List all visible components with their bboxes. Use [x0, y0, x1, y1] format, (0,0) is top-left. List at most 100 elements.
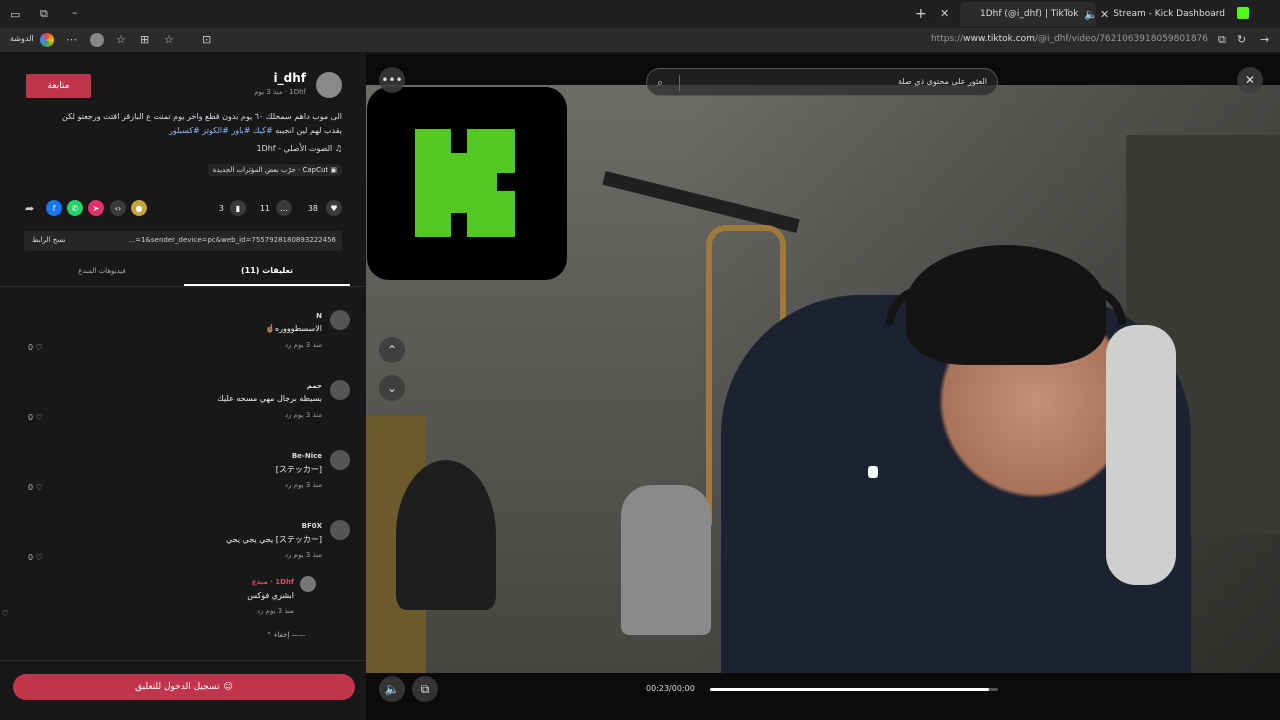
- comment-count: 11: [259, 204, 270, 213]
- hide-label: إخفاء: [274, 631, 290, 639]
- close-tab-icon[interactable]: ✕: [940, 7, 949, 20]
- divider-line: ——: [291, 631, 306, 639]
- close-icon[interactable]: ✕: [1237, 67, 1263, 93]
- comment-user[interactable]: Be-Nice: [292, 452, 322, 460]
- url-prefix: https://: [930, 34, 964, 44]
- like-action[interactable]: ♥: [326, 200, 342, 216]
- search-placeholder: العثور على محتوى ذي صلة: [897, 77, 987, 86]
- comment-like[interactable]: 0 ♡: [28, 343, 43, 352]
- comment-avatar[interactable]: [330, 380, 350, 400]
- heart-outline-icon: ♡: [35, 553, 43, 562]
- heart-outline-icon: ♡: [1, 609, 9, 618]
- comment-user[interactable]: N: [316, 312, 322, 320]
- reply-avatar[interactable]: [300, 576, 316, 592]
- follow-button[interactable]: متابعة: [26, 74, 91, 98]
- comment-user[interactable]: حمم: [307, 382, 322, 390]
- save-action[interactable]: ▮: [230, 200, 246, 216]
- comment-icon[interactable]: …: [276, 200, 292, 216]
- author-avatar[interactable]: [316, 72, 342, 98]
- comment-avatar[interactable]: [330, 310, 350, 330]
- hide-replies[interactable]: ⌃ إخفاء ——: [266, 631, 306, 639]
- minimize-icon[interactable]: –: [72, 6, 78, 19]
- tab-kick[interactable]: ✕ Stream - Kick Dashboard: [1100, 2, 1230, 26]
- heart-outline-icon: ♡: [35, 343, 43, 352]
- sound-row[interactable]: ♫ الصوت الأصلي - 1Dhf: [256, 144, 342, 153]
- window-menu-icon[interactable]: ▭: [10, 8, 20, 21]
- video-player[interactable]: ••• العثور على محتوى ذي صلة ⌕ ✕ ⌃ ⌄ 🔈 ⧉ …: [366, 54, 1280, 720]
- comment-avatar[interactable]: [330, 450, 350, 470]
- picture-in-picture-icon[interactable]: ⧉: [412, 676, 438, 702]
- tab-comments[interactable]: تعليقات (11): [184, 266, 350, 275]
- comment-meta[interactable]: منذ 3 يوم رد: [285, 411, 322, 419]
- capcut-icon: ▣: [328, 166, 337, 174]
- comment-meta[interactable]: منذ 3 يوم رد: [285, 481, 322, 489]
- music-icon: ♫: [332, 144, 342, 153]
- url-host: www.tiktok.com: [963, 34, 1035, 44]
- heart-outline-icon: ♡: [35, 413, 43, 422]
- tab-tiktok[interactable]: 1Dhf (@i_dhf) | TikTok 🔈: [960, 2, 1098, 26]
- browser-logo-icon[interactable]: [40, 33, 54, 47]
- comment-text: بسيطه برجال مهي مسحه عليك: [217, 394, 322, 403]
- reply-user[interactable]: 1Dhf · مبدع: [252, 578, 294, 586]
- heart-icon[interactable]: ♥: [326, 200, 342, 216]
- account-icon[interactable]: [90, 33, 104, 47]
- chevron-up-icon: ⌃: [266, 631, 275, 639]
- volume-icon[interactable]: 🔈: [379, 676, 405, 702]
- save-count: 3: [218, 204, 224, 213]
- divider: [0, 660, 366, 661]
- profile-label[interactable]: الدوشة: [10, 34, 34, 43]
- favorites-icon[interactable]: ☆: [116, 33, 126, 46]
- chevron-up-icon[interactable]: ⌃: [379, 337, 405, 363]
- comment-action[interactable]: …: [276, 200, 292, 216]
- new-tab-icon[interactable]: +: [915, 6, 927, 22]
- close-tab-icon[interactable]: ✕: [1100, 8, 1109, 21]
- search-icon[interactable]: ⌕: [657, 76, 663, 90]
- reply-meta[interactable]: منذ 3 يوم رد: [257, 607, 294, 615]
- tab-creator-videos[interactable]: فيديوهات المبدع: [20, 267, 184, 275]
- speaker-icon[interactable]: 🔈: [1084, 8, 1098, 21]
- comment-text: [ステッカー] يجي يجي يجي: [225, 535, 322, 544]
- reload-icon[interactable]: ↻: [1237, 33, 1246, 46]
- comment-meta[interactable]: منذ 3 يوم رد: [285, 341, 322, 349]
- url-text[interactable]: https://www.tiktok.com/@i_dhf/video/7621…: [931, 34, 1208, 44]
- link-value[interactable]: ...=1&sender_device=pc&web_id=7557928180…: [86, 236, 336, 244]
- capcut-row[interactable]: ▣ CapCut · جرّب بعض المؤثرات الجديدة: [207, 164, 342, 176]
- search-bar[interactable]: العثور على محتوى ذي صلة ⌕: [646, 68, 998, 96]
- more-options-icon[interactable]: •••: [379, 67, 405, 93]
- coin-icon[interactable]: ●: [131, 200, 147, 216]
- comment-like[interactable]: 0 ♡: [28, 413, 43, 422]
- tab-kick-label: Stream - Kick Dashboard: [1113, 9, 1226, 19]
- tab-actions-icon[interactable]: ⧉: [40, 7, 48, 21]
- comment-text: [ステッカー]: [275, 465, 322, 474]
- copy-link-button[interactable]: نسخ الرابط: [32, 236, 65, 244]
- chevron-down-icon[interactable]: ⌄: [379, 375, 405, 401]
- share-app-icon[interactable]: ➤: [88, 200, 104, 216]
- progress-track[interactable]: [710, 688, 998, 691]
- add-favorite-icon[interactable]: ☆: [164, 33, 174, 46]
- login-to-comment-button[interactable]: تسجيل الدخول للتعليق ☺: [13, 674, 355, 700]
- facebook-icon[interactable]: f: [46, 200, 62, 216]
- more-icon[interactable]: ⋯: [66, 33, 77, 46]
- post-info-panel: متابعة i_dhf 1Dhf · منذ 3 يوم الى موب دا…: [0, 54, 366, 720]
- emoji-icon: ☺: [223, 682, 233, 692]
- back-icon[interactable]: →: [1260, 33, 1269, 46]
- embed-icon[interactable]: ‹›: [110, 200, 126, 216]
- split-screen-icon[interactable]: ⊡: [202, 33, 211, 46]
- comment-like[interactable]: 0 ♡: [28, 483, 43, 492]
- whatsapp-icon[interactable]: ✆: [67, 200, 83, 216]
- comment-like[interactable]: 0 ♡: [28, 553, 43, 562]
- comment-avatar[interactable]: [330, 520, 350, 540]
- bookmark-icon[interactable]: ▮: [230, 200, 246, 216]
- copy-icon[interactable]: ⧉: [1218, 33, 1226, 47]
- plush: [396, 460, 496, 610]
- url-path: /@i_dhf/video/7621063918059801876: [1034, 34, 1208, 44]
- search-divider: [679, 75, 680, 91]
- comment-user[interactable]: BF0X: [302, 522, 322, 530]
- collections-icon[interactable]: ⊞: [140, 33, 149, 46]
- comment-meta[interactable]: منذ 3 يوم رد: [285, 551, 322, 559]
- author-username[interactable]: i_dhf: [274, 71, 306, 85]
- share-icon[interactable]: ➦: [25, 202, 34, 215]
- chair-side: [1106, 325, 1176, 585]
- reply-like[interactable]: 0 ♡: [0, 609, 9, 618]
- post-hashtags[interactable]: #كيك #باور #الكوتز #كسبلور: [169, 126, 273, 135]
